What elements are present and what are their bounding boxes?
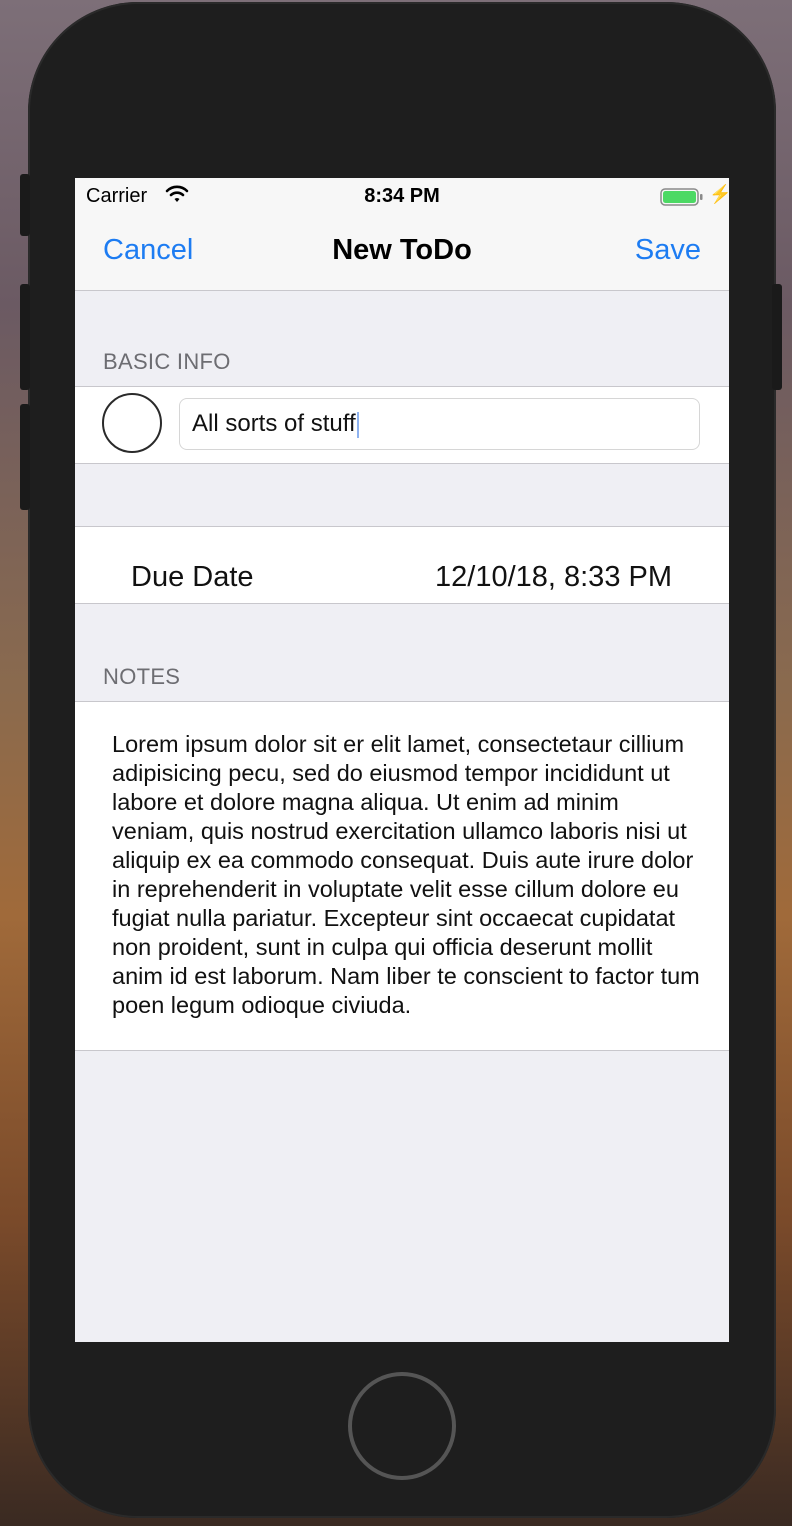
due-date-value: 12/10/18, 8:33 PM [435, 561, 672, 593]
notes-cell: Lorem ipsum dolor sit er elit lamet, con… [75, 701, 729, 1051]
title-input-value: All sorts of stuff [192, 410, 356, 437]
title-input[interactable]: All sorts of stuff [179, 398, 700, 450]
notes-textarea[interactable]: Lorem ipsum dolor sit er elit lamet, con… [112, 730, 702, 1032]
status-bar: Carrier 8:34 PM ⚡ [75, 178, 729, 214]
battery-icon [660, 188, 703, 206]
completion-toggle[interactable] [102, 393, 162, 453]
volume-up-button [20, 284, 30, 390]
charging-bolt-icon: ⚡ [709, 184, 729, 204]
page-title: New ToDo [332, 234, 472, 266]
navigation-bar: Cancel New ToDo Save [75, 214, 729, 291]
section-header-basic-info: BASIC INFO [103, 349, 231, 374]
volume-down-button [20, 404, 30, 510]
app-screen: Carrier 8:34 PM ⚡ Cancel New ToDo Save B… [75, 178, 729, 1342]
due-date-label: Due Date [131, 561, 254, 593]
mute-switch [20, 174, 30, 236]
text-cursor [356, 411, 359, 438]
due-date-cell[interactable]: Due Date 12/10/18, 8:33 PM [75, 526, 729, 604]
save-button[interactable]: Save [635, 234, 701, 267]
basic-info-cell: All sorts of stuff [75, 386, 729, 464]
power-button [772, 284, 782, 390]
status-time: 8:34 PM [364, 185, 440, 207]
section-header-notes: NOTES [103, 664, 181, 689]
home-button[interactable] [348, 1372, 456, 1480]
